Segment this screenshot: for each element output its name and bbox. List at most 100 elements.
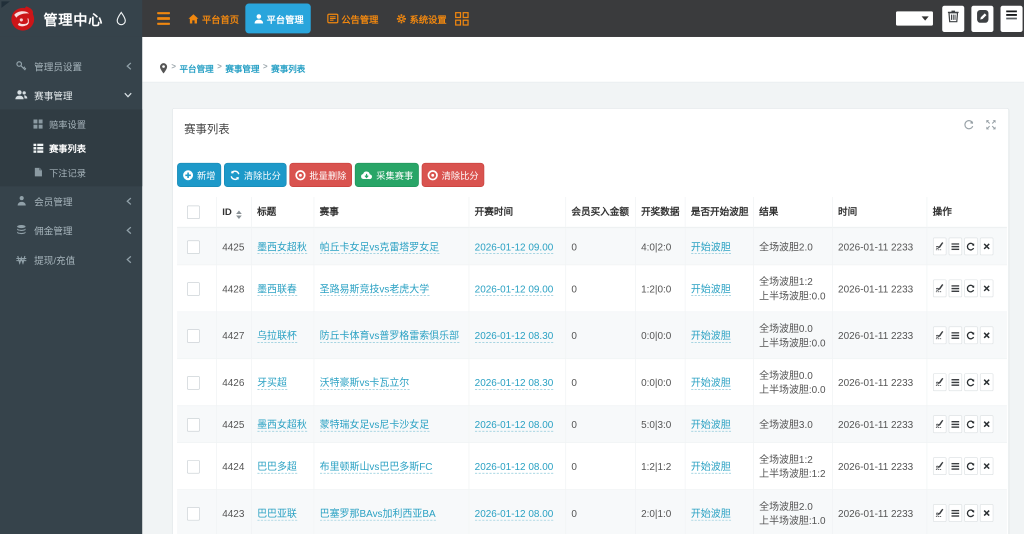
row-checkbox[interactable] bbox=[187, 282, 200, 297]
row-refresh-button[interactable] bbox=[963, 504, 978, 522]
row-edit-button[interactable] bbox=[932, 415, 947, 434]
select-all-checkbox[interactable] bbox=[187, 205, 200, 219]
start-time-link[interactable]: 2026-01-12 08.30 bbox=[474, 329, 554, 343]
start-time-link[interactable]: 2026-01-12 08.00 bbox=[474, 460, 554, 474]
row-refresh-button[interactable] bbox=[963, 373, 978, 392]
chevron-down-icon bbox=[124, 92, 133, 98]
match-link[interactable]: 蒙特瑞女足vs尼卡沙女足 bbox=[319, 418, 430, 432]
row-detail-button[interactable] bbox=[948, 504, 962, 522]
breadcrumb-match-manage[interactable]: 赛事管理 bbox=[225, 63, 259, 75]
clear-score-button[interactable]: 清除比分 bbox=[224, 162, 287, 188]
collect-match-button[interactable]: 采集赛事 bbox=[354, 162, 419, 188]
row-delete-button[interactable] bbox=[979, 279, 994, 298]
title-link[interactable]: 墨西女超秋 bbox=[257, 240, 307, 254]
sidebar-item-admin-settings[interactable]: 管理员设置 bbox=[0, 51, 142, 80]
row-checkbox[interactable] bbox=[187, 376, 200, 390]
bodan-link[interactable]: 开始波胆 bbox=[690, 282, 731, 296]
bodan-link[interactable]: 开始波胆 bbox=[690, 418, 731, 432]
title-link[interactable]: 巴巴亚联 bbox=[257, 507, 297, 521]
bodan-link[interactable]: 开始波胆 bbox=[690, 329, 731, 343]
row-detail-button[interactable] bbox=[948, 373, 962, 392]
match-link[interactable]: 防丘卡体育vs普罗格雷索俱乐部 bbox=[319, 329, 459, 343]
add-button[interactable]: 新增 bbox=[177, 162, 222, 188]
row-refresh-button[interactable] bbox=[963, 237, 978, 256]
sidebar-item-bet-records[interactable]: 下注记录 bbox=[0, 160, 142, 184]
start-time-link[interactable]: 2026-01-12 08.30 bbox=[474, 376, 554, 390]
apps-grid-icon[interactable] bbox=[454, 11, 469, 26]
sidebar-item-odds-settings[interactable]: 赔率设置 bbox=[0, 112, 142, 136]
col-header-id[interactable]: ID bbox=[215, 196, 252, 229]
row-detail-button[interactable] bbox=[948, 279, 962, 298]
nav-item-platform-home[interactable]: 平台首页 bbox=[188, 0, 239, 37]
row-edit-button[interactable] bbox=[932, 504, 947, 522]
sidebar-toggle-button[interactable] bbox=[157, 0, 170, 37]
nav-item-system-settings[interactable]: 系统设置 bbox=[396, 0, 447, 37]
row-edit-button[interactable] bbox=[932, 279, 947, 298]
start-time-link[interactable]: 2026-01-12 09.00 bbox=[474, 240, 554, 254]
breadcrumb-platform-manage[interactable]: 平台管理 bbox=[180, 63, 214, 75]
row-detail-button[interactable] bbox=[948, 237, 962, 256]
title-link[interactable]: 乌拉联杯 bbox=[257, 329, 297, 343]
row-edit-button[interactable] bbox=[932, 373, 947, 392]
trash-button[interactable] bbox=[942, 5, 965, 32]
row-detail-button[interactable] bbox=[948, 415, 962, 434]
row-edit-button[interactable] bbox=[932, 326, 947, 345]
row-detail-button[interactable] bbox=[948, 326, 962, 345]
row-delete-button[interactable] bbox=[979, 415, 994, 434]
expand-box-icon[interactable] bbox=[985, 119, 997, 131]
edit-button[interactable] bbox=[971, 5, 994, 32]
sidebar-item-withdraw-deposit[interactable]: 提现/充值 bbox=[0, 245, 142, 274]
droplet-icon[interactable] bbox=[116, 11, 127, 26]
row-edit-button[interactable] bbox=[932, 457, 947, 476]
bodan-link[interactable]: 开始波胆 bbox=[690, 460, 731, 474]
title-link[interactable]: 巴巴多超 bbox=[257, 460, 297, 474]
sidebar-item-member-manage[interactable]: 会员管理 bbox=[0, 186, 142, 215]
row-checkbox[interactable] bbox=[187, 240, 200, 255]
refresh-box-icon[interactable] bbox=[963, 119, 975, 131]
match-link[interactable]: 布里顿斯山vs巴巴多斯FC bbox=[319, 460, 433, 474]
nav-item-label: 平台首页 bbox=[201, 13, 239, 25]
bodan-link[interactable]: 开始波胆 bbox=[690, 240, 731, 254]
row-delete-button[interactable] bbox=[979, 237, 994, 256]
row-checkbox[interactable] bbox=[187, 507, 200, 521]
nav-item-platform-manage[interactable]: 平台管理 bbox=[245, 3, 311, 34]
row-delete-button[interactable] bbox=[979, 504, 994, 522]
cell-match: 布里顿斯山vs巴巴多斯FC bbox=[313, 442, 469, 490]
cell-id: 4423 bbox=[215, 489, 252, 534]
list-button[interactable] bbox=[1000, 5, 1023, 32]
brand[interactable]: 管理中心 bbox=[0, 0, 143, 37]
match-link[interactable]: 帕丘卡女足vs克雷塔罗女足 bbox=[319, 240, 440, 254]
start-time-link[interactable]: 2026-01-12 09.00 bbox=[474, 282, 554, 296]
navbar-select-dropdown[interactable] bbox=[896, 11, 933, 26]
sidebar-item-match-manage[interactable]: 赛事管理 bbox=[0, 80, 142, 109]
start-time-link[interactable]: 2026-01-12 08.00 bbox=[474, 507, 554, 521]
row-detail-button[interactable] bbox=[948, 457, 962, 476]
breadcrumb-match-list[interactable]: 赛事列表 bbox=[271, 63, 305, 75]
batch-delete-button[interactable]: 批量删除 bbox=[289, 162, 353, 188]
bodan-link[interactable]: 开始波胆 bbox=[690, 376, 731, 390]
title-link[interactable]: 墨西联春 bbox=[257, 282, 297, 296]
row-refresh-button[interactable] bbox=[963, 415, 978, 434]
row-delete-button[interactable] bbox=[979, 373, 994, 392]
clear-score-button-2[interactable]: 清除比分 bbox=[421, 162, 485, 188]
title-link[interactable]: 墨西女超秋 bbox=[257, 418, 307, 432]
row-delete-button[interactable] bbox=[979, 326, 994, 345]
sidebar-item-commission-manage[interactable]: 佣金管理 bbox=[0, 215, 142, 244]
row-checkbox[interactable] bbox=[187, 329, 200, 343]
match-link[interactable]: 巴塞罗那BAvs加利西亚BA bbox=[319, 507, 436, 521]
start-time-link[interactable]: 2026-01-12 08.00 bbox=[474, 418, 554, 432]
title-link[interactable]: 牙买超 bbox=[257, 376, 287, 390]
cell-time: 2026-01-11 2233 bbox=[831, 405, 927, 444]
row-refresh-button[interactable] bbox=[963, 326, 978, 345]
sidebar-item-match-list[interactable]: 赛事列表 bbox=[0, 136, 142, 160]
match-link[interactable]: 沃特豪斯vs卡瓦立尔 bbox=[319, 376, 410, 390]
row-delete-button[interactable] bbox=[979, 457, 994, 476]
bodan-link[interactable]: 开始波胆 bbox=[690, 507, 731, 521]
row-edit-button[interactable] bbox=[932, 237, 947, 256]
match-link[interactable]: 圣路易斯竞技vs老虎大学 bbox=[319, 282, 430, 296]
row-checkbox[interactable] bbox=[187, 418, 200, 432]
nav-item-announcement[interactable]: 公告管理 bbox=[327, 0, 378, 37]
row-checkbox[interactable] bbox=[187, 460, 200, 474]
row-refresh-button[interactable] bbox=[963, 457, 978, 476]
row-refresh-button[interactable] bbox=[963, 279, 978, 298]
